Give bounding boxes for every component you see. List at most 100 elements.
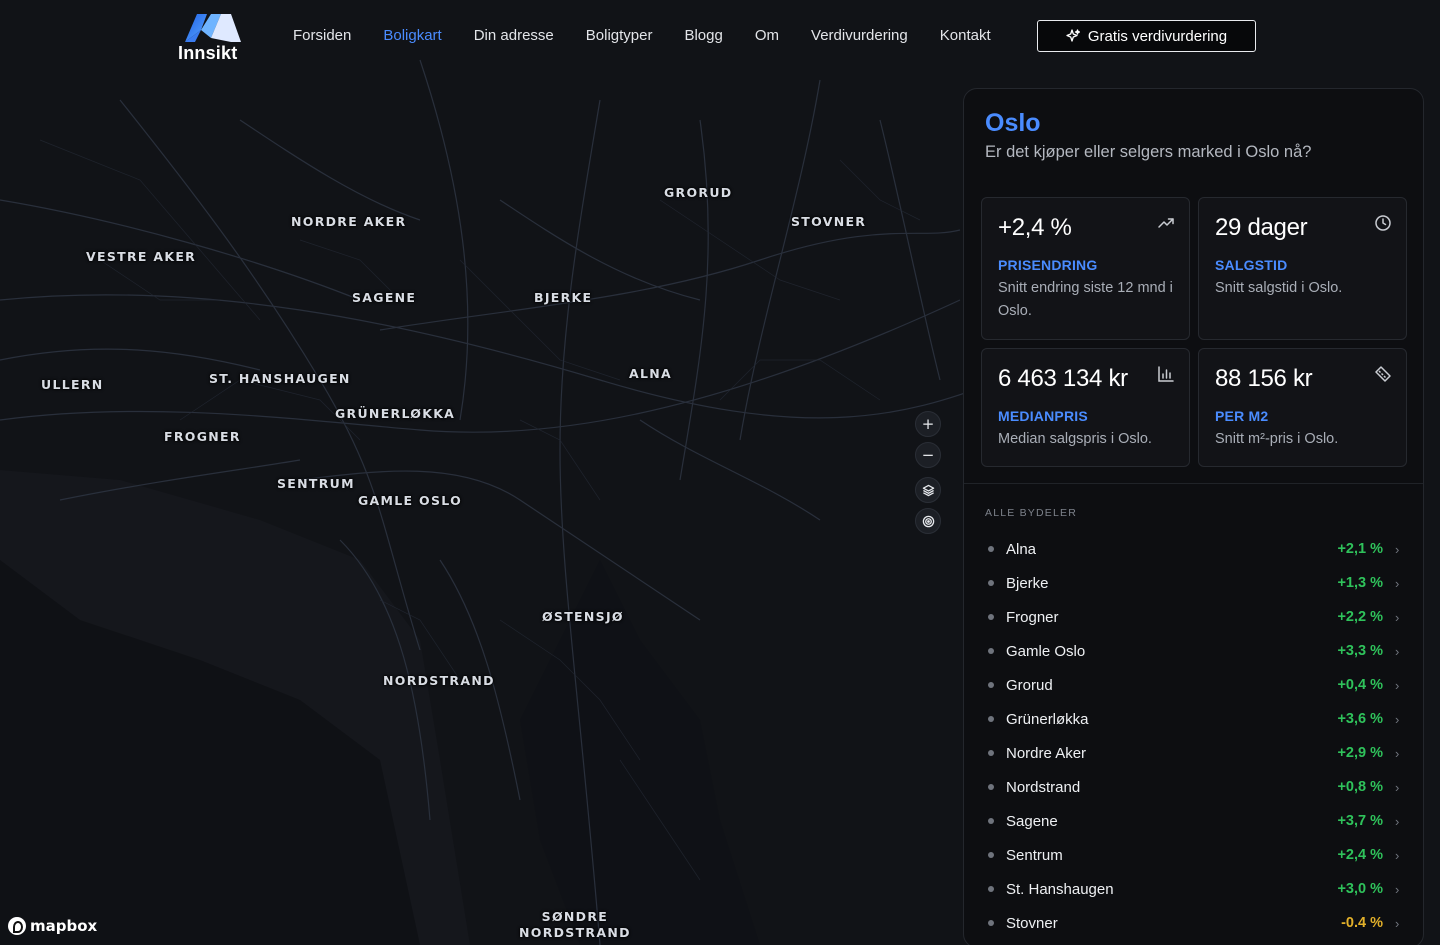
district-change: +0,8 % <box>1337 779 1383 795</box>
nav-forsiden[interactable]: Forsiden <box>293 25 351 47</box>
nav-verdivurdering[interactable]: Verdivurdering <box>811 25 908 47</box>
panel-divider <box>964 483 1423 484</box>
main-nav: Forsiden Boligkart Din adresse Boligtype… <box>293 25 1023 47</box>
district-change: +2,9 % <box>1337 745 1383 761</box>
nav-boligkart[interactable]: Boligkart <box>383 25 441 47</box>
district-name: Frogner <box>1006 608 1059 626</box>
chevron-right-icon: › <box>1395 643 1400 659</box>
district-list: Alna +2,1 % › Bjerke +1,3 % › Frogner +2,2 % ›… <box>985 532 1405 940</box>
logo[interactable]: Innsikt <box>178 10 248 64</box>
map-label-ostensjo: ØSTENSJØ <box>542 609 624 624</box>
bullet-icon <box>988 546 994 552</box>
panel-title: Oslo <box>985 109 1041 137</box>
district-row-st-hanshaugen[interactable]: St. Hanshaugen +3,0 % › <box>985 872 1405 906</box>
nav-kontakt[interactable]: Kontakt <box>940 25 991 47</box>
stat-description: Snitt endring siste 12 mnd i Oslo. <box>998 280 1173 319</box>
chevron-right-icon: › <box>1395 541 1400 557</box>
layers-icon <box>922 484 934 496</box>
bullet-icon <box>988 750 994 756</box>
stat-value: 29 dager <box>1215 214 1308 241</box>
district-name: Sagene <box>1006 812 1058 830</box>
district-row-bjerke[interactable]: Bjerke +1,3 % › <box>985 566 1405 600</box>
mapbox-attribution-text: mapbox <box>30 917 98 935</box>
bullet-icon <box>988 784 994 790</box>
layers-button[interactable] <box>915 477 941 503</box>
panel-subtitle: Er det kjøper eller selgers marked i Osl… <box>985 143 1312 161</box>
district-row-nordre-aker[interactable]: Nordre Aker +2,9 % › <box>985 736 1405 770</box>
bullet-icon <box>988 648 994 654</box>
map-label-gamle-oslo: GAMLE OSLO <box>358 493 463 508</box>
chevron-right-icon: › <box>1395 915 1400 931</box>
clock-icon <box>1375 215 1391 231</box>
target-icon <box>922 515 934 527</box>
district-name: Grünerløkka <box>1006 710 1089 728</box>
ruler-icon <box>1375 366 1391 382</box>
logo-mark-icon <box>185 14 241 42</box>
district-change: +0,4 % <box>1337 677 1383 693</box>
district-name: Bjerke <box>1006 574 1049 592</box>
district-row-sentrum[interactable]: Sentrum +2,4 % › <box>985 838 1405 872</box>
map-label-sondre-nordstrand: SØNDRE NORDSTRAND <box>519 909 631 940</box>
districts-section-title: ALLE BYDELER <box>985 507 1078 519</box>
district-change: -0.4 % <box>1341 915 1383 931</box>
district-row-alna[interactable]: Alna +2,1 % › <box>985 532 1405 566</box>
nav-din-adresse[interactable]: Din adresse <box>474 25 554 47</box>
stat-label: PRISENDRING <box>998 257 1098 273</box>
map-label-grorud: GRORUD <box>664 185 733 200</box>
district-row-nordstrand[interactable]: Nordstrand +0,8 % › <box>985 770 1405 804</box>
chevron-right-icon: › <box>1395 881 1400 897</box>
locate-button[interactable] <box>915 508 941 534</box>
map-label-vestre-aker: VESTRE AKER <box>86 249 197 264</box>
stat-value: 88 156 kr <box>1215 365 1313 392</box>
nav-om[interactable]: Om <box>755 25 779 47</box>
map-label-sentrum: SENTRUM <box>277 476 355 491</box>
district-name: Stovner <box>1006 914 1058 932</box>
district-change: +3,7 % <box>1337 813 1383 829</box>
chevron-right-icon: › <box>1395 711 1400 727</box>
free-valuation-label: Gratis verdivurdering <box>1087 27 1228 45</box>
chevron-right-icon: › <box>1395 745 1400 761</box>
district-name: Gamle Oslo <box>1006 642 1086 660</box>
trend-up-icon <box>1158 218 1174 228</box>
chevron-right-icon: › <box>1395 677 1400 693</box>
map-label-alna: ALNA <box>629 366 672 381</box>
stat-card-median-price: 6 463 134 kr MEDIANPRIS Median salgspris… <box>981 348 1190 467</box>
mapbox-attribution[interactable]: mapbox <box>8 917 97 935</box>
bullet-icon <box>988 920 994 926</box>
district-name: Nordre Aker <box>1006 744 1087 762</box>
market-panel: Oslo Er det kjøper eller selgers marked … <box>963 88 1424 945</box>
district-name: St. Hanshaugen <box>1006 880 1114 898</box>
district-change: +3,6 % <box>1337 711 1383 727</box>
bullet-icon <box>988 818 994 824</box>
district-row-grorud[interactable]: Grorud +0,4 % › <box>985 668 1405 702</box>
zoom-out-button[interactable]: − <box>915 442 941 468</box>
stat-card-price-change: +2,4 % PRISENDRING Snitt endring siste 1… <box>981 197 1190 340</box>
bar-chart-icon <box>1158 366 1174 382</box>
map-label-nordre-aker: NORDRE AKER <box>291 214 407 229</box>
free-valuation-button[interactable]: Gratis verdivurdering <box>1037 20 1256 52</box>
district-row-stovner[interactable]: Stovner -0.4 % › <box>985 906 1405 940</box>
bullet-icon <box>988 886 994 892</box>
nav-blogg[interactable]: Blogg <box>684 25 722 47</box>
stat-description: Median salgspris i Oslo. <box>998 431 1152 447</box>
stat-description: Snitt salgstid i Oslo. <box>1215 280 1343 296</box>
stat-label: MEDIANPRIS <box>998 408 1088 424</box>
mapbox-logo-icon <box>8 917 26 935</box>
district-change: +3,0 % <box>1337 881 1383 897</box>
district-row-frogner[interactable]: Frogner +2,2 % › <box>985 600 1405 634</box>
logo-text: Innsikt <box>178 43 238 63</box>
map-label-grunerlokka: GRÜNERLØKKA <box>335 406 456 421</box>
district-name: Alna <box>1006 540 1037 558</box>
district-row-sagene[interactable]: Sagene +3,7 % › <box>985 804 1405 838</box>
stat-value: 6 463 134 kr <box>998 365 1128 392</box>
district-name: Sentrum <box>1006 846 1063 864</box>
zoom-in-button[interactable]: + <box>915 411 941 437</box>
map-label-frogner: FROGNER <box>164 429 241 444</box>
district-row-grunerlokka[interactable]: Grünerløkka +3,6 % › <box>985 702 1405 736</box>
district-change: +1,3 % <box>1337 575 1383 591</box>
stat-card-per-m2: 88 156 kr PER M2 Snitt m²-pris i Oslo. <box>1198 348 1407 467</box>
stat-description: Snitt m²-pris i Oslo. <box>1215 431 1339 447</box>
district-row-gamle-oslo[interactable]: Gamle Oslo +3,3 % › <box>985 634 1405 668</box>
bullet-icon <box>988 580 994 586</box>
nav-boligtyper[interactable]: Boligtyper <box>586 25 653 47</box>
